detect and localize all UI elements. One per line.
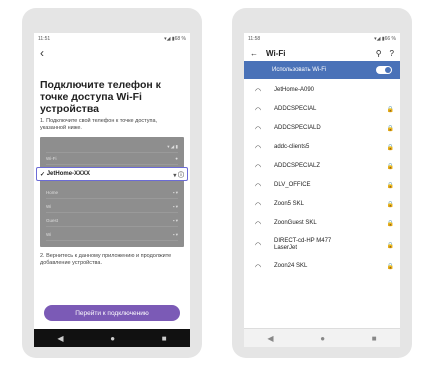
wifi-network-item[interactable]: ◠ addc-clients5 🔒 <box>244 138 400 157</box>
status-time: 11:51 <box>38 36 51 42</box>
illus-network-name: Wi <box>46 204 52 209</box>
lock-icon: 🔒 <box>386 264 394 270</box>
lock-icon: 🔒 <box>386 107 394 113</box>
lock-icon: 🔒 <box>386 145 394 151</box>
wifi-switch[interactable] <box>376 66 392 74</box>
lock-icon: 🔒 <box>386 242 394 249</box>
network-name: ADDCSPECIAL <box>274 106 317 112</box>
page-title: Подключите телефон к точке доступа Wi-Fi… <box>40 79 161 115</box>
step-2-text: 2. Вернитесь к данному приложению и прод… <box>40 253 172 266</box>
wifi-network-item[interactable]: ◠ Zoon24 SKL 🔒 <box>244 257 400 276</box>
network-name: ADDCSPECIALD <box>274 125 321 131</box>
use-wifi-label: Использовать Wi-Fi <box>272 67 327 73</box>
wifi-network-item[interactable]: ◠ ADDCSPECIALZ 🔒 <box>244 157 400 176</box>
network-name: ADDCSPECIALZ <box>274 163 321 169</box>
wifi-icon: ▾ ⓘ <box>173 172 184 179</box>
wifi-illustration: ▾ ◢ ▮ Wi-Fi ● ✓ JetHome-XXXX ▾ ⓘ Home ▪ … <box>36 137 188 247</box>
nav-recents-icon[interactable]: ■ <box>372 334 377 343</box>
wifi-signal-icon: ◠ <box>254 163 262 171</box>
status-bar: 11:51 ▾◢ ▮68 % <box>34 33 190 45</box>
lock-icon: ▪ ▾ <box>172 203 178 209</box>
use-wifi-toggle-row[interactable]: Использовать Wi-Fi <box>244 61 400 79</box>
wifi-network-item[interactable]: ◠ JetHome-A090 <box>244 81 400 100</box>
wifi-signal-icon: ◠ <box>254 201 262 209</box>
illus-row: Wi ▪ ▾ <box>46 201 178 213</box>
wifi-network-item[interactable]: ◠ DIRECT-cd-HP M477 LaserJet 🔒 <box>244 233 400 257</box>
lock-icon: ▪ ▾ <box>172 217 178 223</box>
wifi-signal-icon: ◠ <box>254 144 262 152</box>
status-indicators: ▾◢ ▮66 % <box>374 36 396 42</box>
wifi-signal-icon: ◠ <box>254 87 262 95</box>
right-phone-card: 11:58 ▾◢ ▮66 % ← Wi-Fi ⚲ ? Использовать … <box>232 8 412 358</box>
wifi-signal-icon: ◠ <box>254 125 262 133</box>
go-to-connection-button[interactable]: Перейти к подключению <box>44 305 180 321</box>
right-phone-screen: 11:58 ▾◢ ▮66 % ← Wi-Fi ⚲ ? Использовать … <box>244 33 400 347</box>
lock-icon: 🔒 <box>386 126 394 132</box>
illus-row: ▾ ◢ ▮ <box>46 141 178 153</box>
network-name: JetHome-A090 <box>274 87 315 93</box>
illus-row: Home ▪ ▾ <box>46 187 178 199</box>
switch-knob <box>385 67 391 73</box>
network-name: ZoonGuest SKL <box>274 220 317 226</box>
illus-network-name: Guest <box>46 218 59 223</box>
lock-icon: 🔒 <box>386 202 394 208</box>
illus-row: Wi-Fi ● <box>46 153 178 165</box>
illus-network-name: Wi <box>46 232 52 237</box>
wifi-signal-icon: ◠ <box>254 242 262 249</box>
lock-icon: ▪ ▾ <box>172 231 178 237</box>
wifi-network-item[interactable]: ◠ ADDCSPECIALD 🔒 <box>244 119 400 138</box>
status-indicators: ▾◢ ▮68 % <box>164 36 186 42</box>
nav-back-icon[interactable]: ◀ <box>57 334 63 343</box>
highlight-network: ✓ JetHome-XXXX ▾ ⓘ <box>36 167 188 181</box>
help-icon[interactable]: ? <box>390 49 394 58</box>
wifi-network-item[interactable]: ◠ ADDCSPECIAL 🔒 <box>244 100 400 119</box>
illus-row: Guest ▪ ▾ <box>46 215 178 227</box>
illus-wifi-label: Wi-Fi <box>46 156 57 161</box>
lock-icon: ▪ ▾ <box>172 189 178 195</box>
lock-icon: 🔒 <box>386 183 394 189</box>
wifi-network-item[interactable]: ◠ Zoon5 SKL 🔒 <box>244 195 400 214</box>
wifi-signal-icon: ◠ <box>254 263 262 271</box>
status-bar: 11:58 ▾◢ ▮66 % <box>244 33 400 45</box>
wifi-network-item[interactable]: ◠ ZoonGuest SKL 🔒 <box>244 214 400 233</box>
illus-row: Wi ▪ ▾ <box>46 229 178 241</box>
wifi-network-item[interactable]: ◠ DLV_OFFICE 🔒 <box>244 176 400 195</box>
status-time: 11:58 <box>248 36 261 42</box>
toggle-icon: ● <box>175 156 178 161</box>
lock-icon: 🔒 <box>386 221 394 227</box>
wifi-signal-icon: ◠ <box>254 106 262 114</box>
nav-home-icon[interactable]: ● <box>320 334 325 343</box>
check-icon: ✓ <box>40 171 47 178</box>
android-nav-bar: ◀ ● ■ <box>244 328 400 347</box>
search-icon[interactable]: ⚲ <box>376 49 382 58</box>
left-phone-card: 11:51 ▾◢ ▮68 % ‹ Подключите телефон к то… <box>22 8 202 358</box>
wifi-signal-icon: ◠ <box>254 182 262 190</box>
app-bar: ← Wi-Fi ⚲ ? <box>244 45 400 61</box>
lock-icon: 🔒 <box>386 164 394 170</box>
back-arrow-icon[interactable]: ← <box>250 49 258 58</box>
back-arrow-icon[interactable]: ‹ <box>34 45 190 61</box>
nav-recents-icon[interactable]: ■ <box>162 334 167 343</box>
nav-back-icon[interactable]: ◀ <box>267 334 273 343</box>
network-name: Zoon24 SKL <box>274 263 308 269</box>
illus-network-name: Home <box>46 190 59 195</box>
step-1-text: 1. Подключите свой телефон к точке досту… <box>40 118 158 131</box>
wifi-network-list: ◠ JetHome-A090 ◠ ADDCSPECIAL 🔒 ◠ ADDCSPE… <box>244 81 400 276</box>
network-name: DLV_OFFICE <box>274 182 311 188</box>
highlight-network-name: JetHome-XXXX <box>46 171 91 177</box>
nav-home-icon[interactable]: ● <box>110 334 115 343</box>
left-phone-screen: 11:51 ▾◢ ▮68 % ‹ Подключите телефон к то… <box>34 33 190 347</box>
app-bar-title: Wi-Fi <box>266 48 286 58</box>
network-name: Zoon5 SKL <box>274 201 305 207</box>
network-name: addc-clients5 <box>274 144 310 150</box>
network-name: DIRECT-cd-HP M477 LaserJet <box>274 238 332 251</box>
wifi-signal-icon: ◠ <box>254 220 262 228</box>
android-nav-bar: ◀ ● ■ <box>34 329 190 347</box>
illus-status-icons: ▾ ◢ ▮ <box>167 143 178 149</box>
